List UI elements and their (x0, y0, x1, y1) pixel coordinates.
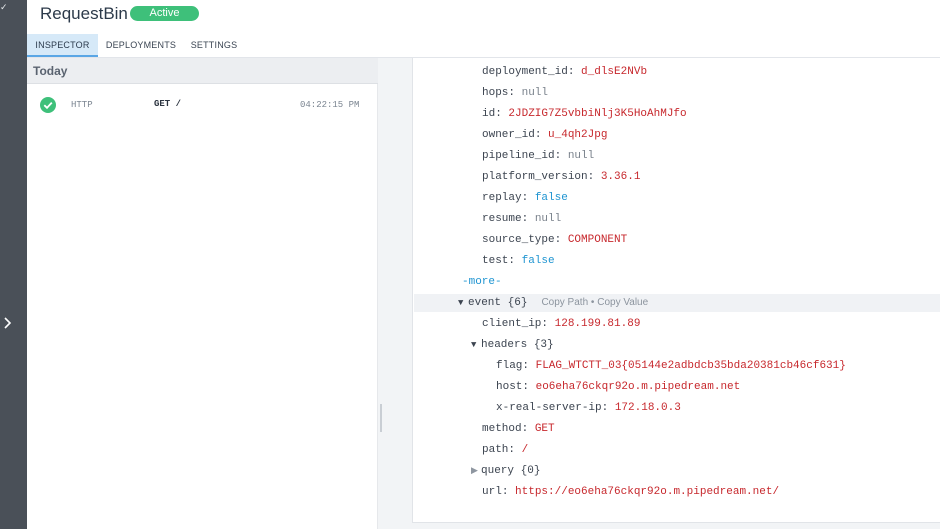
copy-value-link[interactable]: Copy Value (597, 297, 648, 308)
field-owner-id: owner_id: u_4qh2Jpg (482, 129, 608, 141)
field-flag: flag: FLAG_WTCTT_03{05144e2adbdcb35bda20… (496, 360, 846, 372)
tab-bar: INSPECTOR DEPLOYMENTS SETTINGS (27, 34, 940, 58)
event-detail: deployment_id: d_dlsE2NVb hops: null id:… (412, 58, 940, 523)
detail-footer-strip (412, 523, 940, 529)
query-node[interactable]: ▶ query {0} (471, 462, 540, 480)
field-x-real-server-ip: x-real-server-ip: 172.18.0.3 (496, 402, 681, 414)
copy-path-link[interactable]: Copy Path (541, 297, 588, 308)
list-item[interactable]: HTTP GET / 04:22:15 PM (27, 92, 378, 118)
field-deployment-id: deployment_id: d_dlsE2NVb (482, 66, 648, 78)
field-test: test: false (482, 255, 555, 267)
event-list: Today HTTP GET / 04:22:15 PM (27, 58, 378, 529)
field-id: id: 2JDZIG7Z5vbbiNlj3K5HoAhMJfo (482, 108, 687, 120)
resize-handle[interactable] (380, 404, 382, 432)
tab-inspector[interactable]: INSPECTOR (27, 34, 98, 57)
event-type: HTTP (71, 100, 93, 110)
tab-deployments[interactable]: DEPLOYMENTS (105, 34, 177, 57)
headers-node[interactable]: ▼ headers {3} (471, 336, 554, 354)
field-resume: resume: null (482, 213, 562, 225)
caret-right-icon[interactable]: ▶ (471, 462, 481, 480)
field-pipeline-id: pipeline_id: null (482, 150, 595, 162)
field-url: url: https://eo6eha76ckqr92o.m.pipedream… (482, 486, 780, 498)
field-hops: hops: null (482, 87, 549, 99)
expand-sidebar-chevron-icon[interactable] (2, 313, 14, 333)
status-badge: Active (130, 6, 199, 21)
field-platform-version: platform_version: 3.36.1 (482, 171, 641, 183)
chevron-down-icon[interactable]: ✓ (0, 2, 8, 12)
left-rail: ✓ (0, 0, 27, 529)
caret-down-icon[interactable]: ▼ (458, 294, 468, 312)
pane-gutter (378, 58, 412, 529)
event-group-header: Today (27, 58, 378, 84)
field-replay: replay: false (482, 192, 568, 204)
field-client-ip: client_ip: 128.199.81.89 (482, 318, 641, 330)
event-node[interactable]: ▼ event {6} Copy Path • Copy Value (414, 294, 940, 312)
tab-settings[interactable]: SETTINGS (189, 34, 239, 57)
field-host: host: eo6eha76ckqr92o.m.pipedream.net (496, 381, 741, 393)
field-path: path: / (482, 444, 529, 456)
field-method: method: GET (482, 423, 555, 435)
more-link[interactable]: -more- (462, 273, 502, 291)
check-circle-icon (40, 97, 56, 113)
field-source-type: source_type: COMPONENT (482, 234, 628, 246)
event-method: GET / (154, 99, 182, 109)
event-group-label: Today (33, 64, 68, 78)
caret-down-icon[interactable]: ▼ (471, 336, 481, 354)
page-header: RequestBin Active (27, 0, 940, 34)
page-title: RequestBin (40, 4, 128, 23)
event-time: 04:22:15 PM (300, 100, 360, 110)
